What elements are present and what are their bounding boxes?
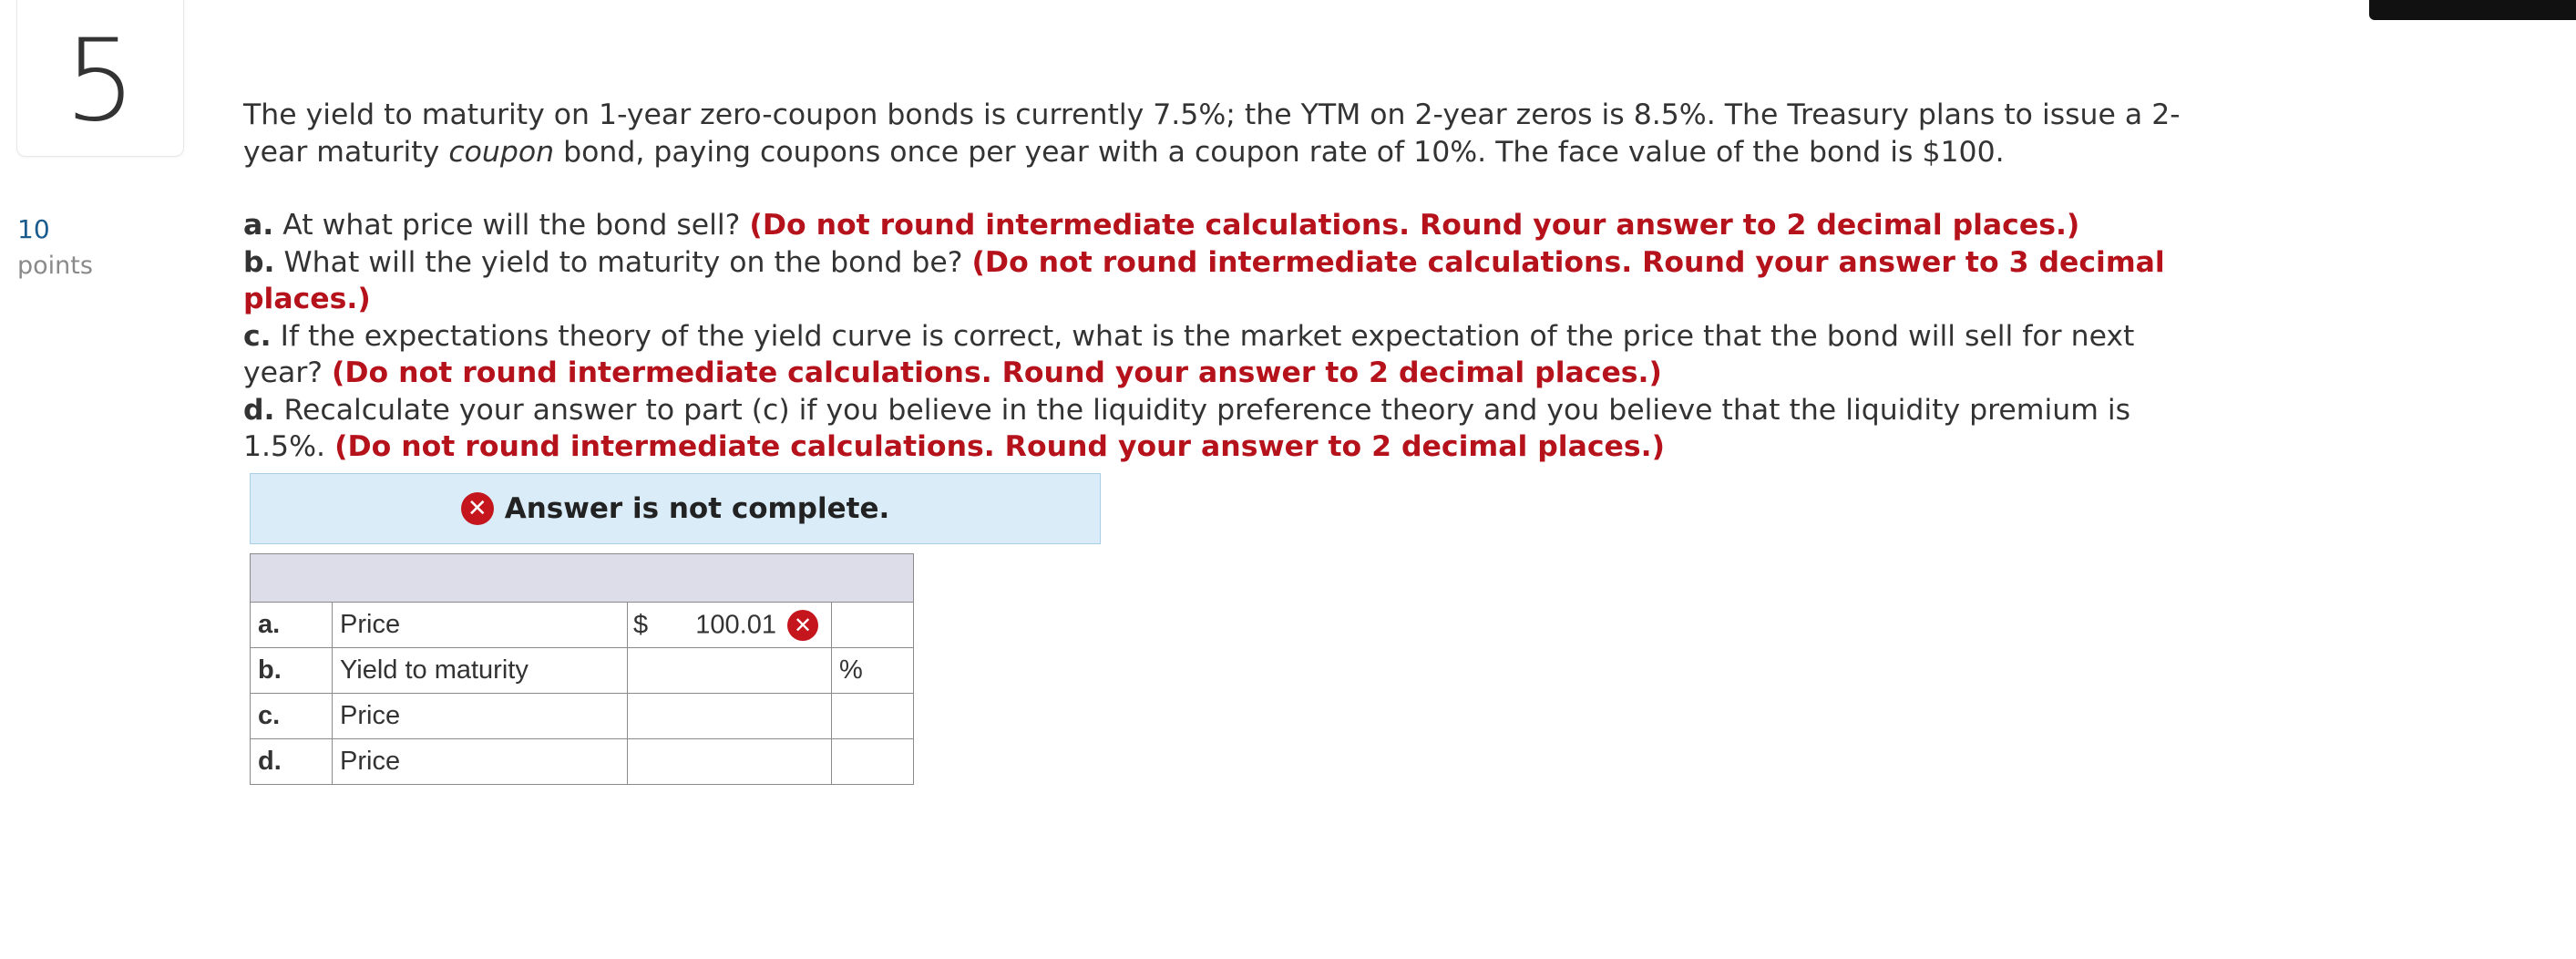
answer-table: a. Price $ 100.01 ✕ b. Yield to maturity… xyxy=(250,553,914,785)
dollar-prefix: $ xyxy=(633,610,649,639)
question-intro: The yield to maturity on 1-year zero-cou… xyxy=(243,97,2193,170)
question-text: The yield to maturity on 1-year zero-cou… xyxy=(243,97,2193,466)
row-letter: c. xyxy=(250,693,333,739)
question-spacer xyxy=(243,170,2193,207)
intro-coupon-emphasis: coupon xyxy=(448,135,555,169)
question-part-d: d. Recalculate your answer to part (c) i… xyxy=(243,392,2193,466)
part-label: c. xyxy=(243,319,272,353)
part-label: b. xyxy=(243,245,275,279)
row-description: Price xyxy=(332,738,628,785)
part-instruction: (Do not round intermediate calculations.… xyxy=(334,430,1665,463)
points-label: points xyxy=(17,252,93,280)
answer-input-c[interactable] xyxy=(627,693,832,739)
part-instruction: (Do not round intermediate calculations.… xyxy=(332,356,1662,389)
row-letter: d. xyxy=(250,738,333,785)
question-number-box: 5 xyxy=(16,0,184,157)
incorrect-x-icon: ✕ xyxy=(787,609,818,641)
table-row: a. Price $ 100.01 ✕ xyxy=(250,602,914,648)
question-part-b: b. What will the yield to maturity on th… xyxy=(243,244,2193,318)
table-row: d. Price xyxy=(250,738,914,785)
row-letter: b. xyxy=(250,647,333,694)
intro-line-2-end: bond, paying coupons once per year with … xyxy=(554,135,2005,169)
row-unit xyxy=(831,693,914,739)
answer-input-b[interactable] xyxy=(627,647,832,694)
row-unit xyxy=(831,738,914,785)
question-part-c: c. If the expectations theory of the yie… xyxy=(243,318,2193,392)
part-instruction: (Do not round intermediate calculations.… xyxy=(749,209,2080,242)
row-unit xyxy=(831,602,914,648)
top-right-button[interactable] xyxy=(2369,0,2576,20)
question-number: 5 xyxy=(64,15,137,147)
table-row: b. Yield to maturity % xyxy=(250,647,914,694)
part-label: d. xyxy=(243,393,275,427)
part-text: What will the yield to maturity on the b… xyxy=(274,245,972,279)
row-unit: % xyxy=(831,647,914,694)
part-text: At what price will the bond sell? xyxy=(273,209,750,242)
row-description: Yield to maturity xyxy=(332,647,628,694)
part-label: a. xyxy=(243,209,274,242)
question-part-a: a. At what price will the bond sell? (Do… xyxy=(243,207,2193,244)
table-row: c. Price xyxy=(250,693,914,739)
points-value: 10 xyxy=(17,214,50,244)
answer-input-d[interactable] xyxy=(627,738,832,785)
x-circle-icon: ✕ xyxy=(460,492,494,525)
row-description: Price xyxy=(332,693,628,739)
row-letter: a. xyxy=(250,602,333,648)
answer-value: 100.01 xyxy=(695,610,776,639)
intro-line-1: The yield to maturity on 1-year zero-cou… xyxy=(243,98,2181,131)
answer-status-banner: ✕ Answer is not complete. xyxy=(250,473,1101,544)
answer-status-text: Answer is not complete. xyxy=(504,492,890,525)
answer-table-header xyxy=(250,553,914,603)
row-description: Price xyxy=(332,602,628,648)
intro-line-2-start: year maturity xyxy=(243,135,449,169)
answer-input-a[interactable]: $ 100.01 ✕ xyxy=(627,602,832,648)
